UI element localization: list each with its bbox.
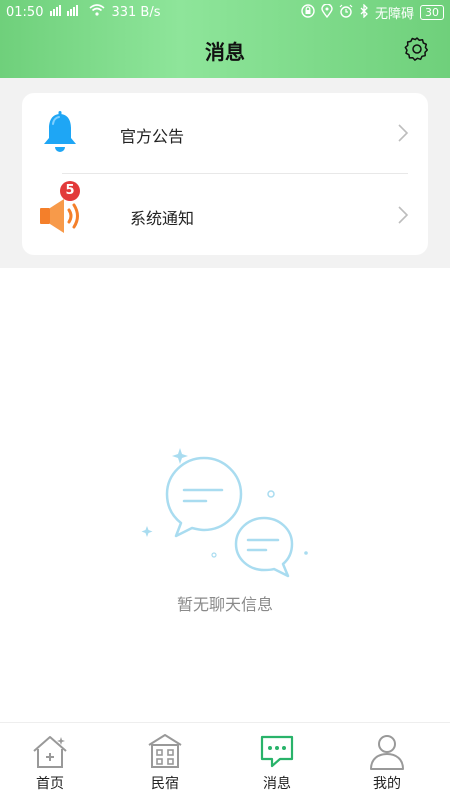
tab-messages[interactable]: 消息: [232, 731, 322, 801]
tab-label: 消息: [263, 776, 291, 792]
list-item-label: 官方公告: [120, 127, 185, 146]
user-icon: [366, 731, 408, 773]
header: 01:50 331 B/s 无障碍 30 消息: [0, 0, 450, 78]
carrier-text: 无障碍: [374, 7, 414, 22]
chevron-right-icon: [396, 205, 410, 225]
chat-bubbles-icon: [140, 438, 320, 588]
lock-icon: [301, 3, 315, 22]
tab-profile[interactable]: 我的: [342, 731, 432, 801]
tab-label: 首页: [36, 776, 64, 792]
bluetooth-icon: [359, 2, 369, 22]
unread-count-badge: 5: [60, 181, 80, 201]
alarm-icon: [339, 4, 353, 22]
list-item-label: 系统通知: [130, 209, 195, 228]
tab-home[interactable]: 首页: [5, 731, 95, 801]
message-category-card: 官方公告 5 系统通知: [22, 93, 428, 255]
tab-label: 民宿: [151, 776, 179, 792]
battery-level: 30: [425, 6, 439, 19]
settings-button[interactable]: [402, 36, 432, 66]
network-speed: 331 B/s: [111, 4, 161, 20]
empty-state-text: 暂无聊天信息: [176, 595, 273, 614]
signal-icon: [49, 3, 83, 21]
divider: [62, 173, 408, 174]
tab-label: 我的: [373, 776, 401, 792]
message-icon: [256, 731, 298, 773]
chevron-right-icon: [396, 123, 410, 143]
gear-icon: [404, 36, 430, 66]
status-bar: 01:50 331 B/s 无障碍 30: [0, 0, 450, 22]
home-icon: [29, 731, 71, 773]
bottom-nav: 首页 民宿 消息 我的: [0, 722, 450, 801]
bell-icon: [40, 111, 80, 155]
list-item-official-announcement[interactable]: 官方公告: [22, 93, 428, 173]
location-icon: [321, 2, 333, 22]
status-time: 01:50: [6, 4, 44, 20]
empty-state: 暂无聊天信息: [0, 268, 450, 722]
building-icon: [144, 731, 186, 773]
list-item-system-notification[interactable]: 5 系统通知: [22, 175, 428, 255]
battery-icon: 30: [420, 5, 444, 20]
wifi-icon: [89, 3, 105, 21]
page-title: 消息: [205, 40, 245, 64]
tab-homestay[interactable]: 民宿: [120, 731, 210, 801]
